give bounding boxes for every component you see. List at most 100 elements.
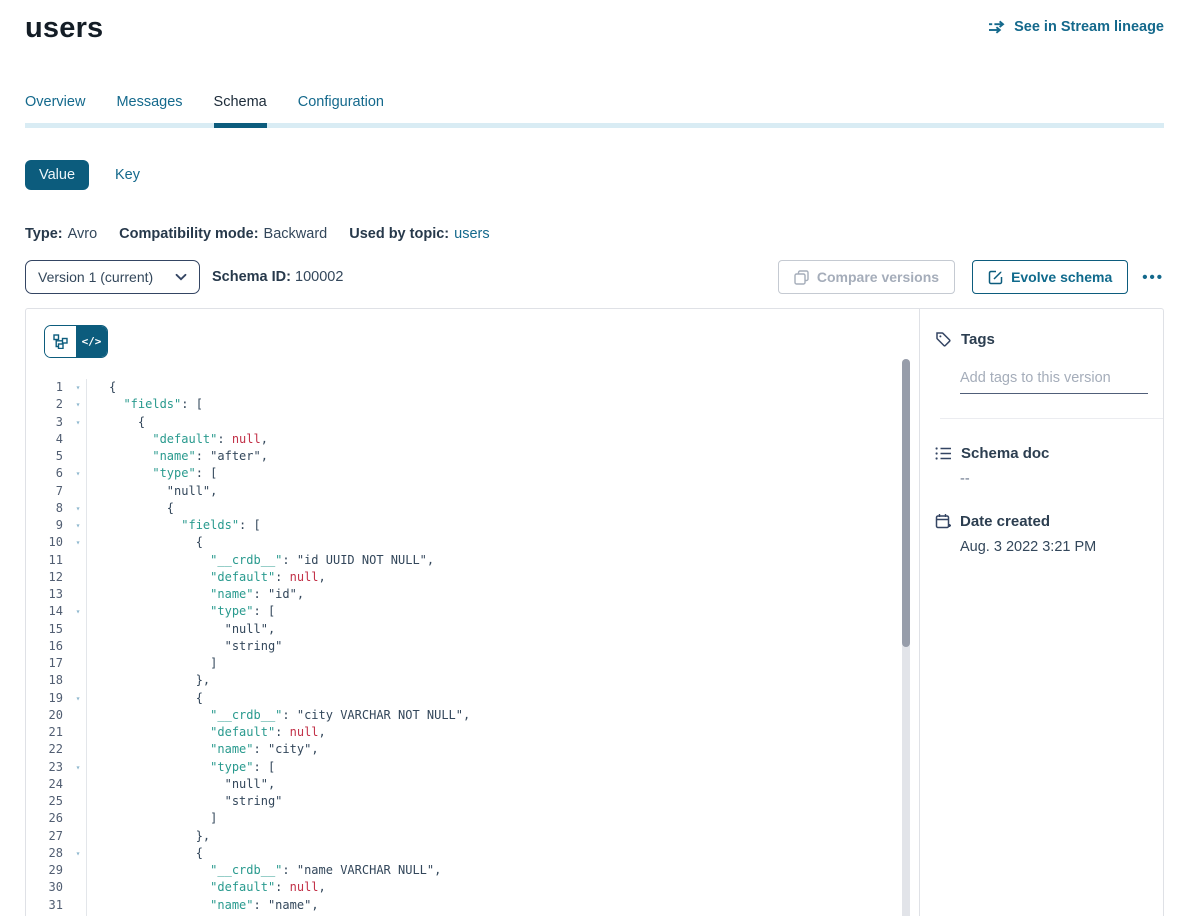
schema-detail-panel: </> 1▾{2▾ "fields": [3▾ {4 "default": nu… [25,308,1164,916]
code-text: "name": "id", [87,586,304,603]
fold-spacer [70,638,87,655]
schema-meta-row: Type:Avro Compatibility mode:Backward Us… [25,226,1164,242]
code-text: "null", [87,776,275,793]
code-text: "__crdb__": "name VARCHAR NULL", [87,862,441,879]
fold-toggle-icon[interactable]: ▾ [70,465,87,482]
fold-toggle-icon[interactable]: ▾ [70,500,87,517]
line-number: 4 [26,431,70,448]
line-number: 11 [26,552,70,569]
line-number: 6 [26,465,70,482]
date-created-value: Aug. 3 2022 3:21 PM [960,539,1163,555]
code-line: 22 "name": "city", [26,741,919,758]
code-line: 26 ] [26,810,919,827]
schema-doc-title: Schema doc [961,445,1049,462]
schema-sidebar: Tags Schema doc -- [919,309,1163,916]
code-line: 11 "__crdb__": "id UUID NOT NULL", [26,552,919,569]
code-line: 15 "null", [26,621,919,638]
date-created-title: Date created [960,513,1050,530]
fold-spacer [70,879,87,896]
editor-scrollbar[interactable] [902,359,910,916]
line-number: 8 [26,500,70,517]
fold-spacer [70,586,87,603]
list-icon [935,446,952,461]
fold-toggle-icon[interactable]: ▾ [70,603,87,620]
code-line: 3▾ { [26,414,919,431]
code-text: "name": "city", [87,741,319,758]
fold-spacer [70,672,87,689]
code-text: "default": null, [87,431,268,448]
tags-section-header: Tags [935,331,1163,348]
tag-icon [935,331,952,348]
code-text: "string" [87,793,282,810]
edit-icon [988,270,1003,285]
version-select[interactable]: Version 1 (current) [25,260,200,294]
page-header: users See in Stream lineage [25,0,1164,45]
tab-messages[interactable]: Messages [116,94,182,123]
code-text: "default": null, [87,724,326,741]
code-line: 2▾ "fields": [ [26,396,919,413]
line-number: 10 [26,534,70,551]
schema-page: users See in Stream lineage Overview Mess… [0,0,1189,916]
schema-code-viewer: 1▾{2▾ "fields": [3▾ {4 "default": null,5… [26,379,919,916]
code-line: 4 "default": null, [26,431,919,448]
schema-editor-panel: </> 1▾{2▾ "fields": [3▾ {4 "default": nu… [26,309,919,916]
code-text: "fields": [ [87,517,261,534]
line-number: 28 [26,845,70,862]
code-view-button[interactable]: </> [76,326,107,357]
fold-spacer [70,724,87,741]
code-text: "__crdb__": "id UUID NOT NULL", [87,552,434,569]
code-lines: 1▾{2▾ "fields": [3▾ {4 "default": null,5… [26,379,919,916]
tab-overview[interactable]: Overview [25,94,85,123]
key-toggle-button[interactable]: Key [115,167,140,183]
tab-schema[interactable]: Schema [214,94,267,123]
code-text: { [87,690,203,707]
code-line: 7 "null", [26,483,919,500]
code-line: 27 }, [26,828,919,845]
fold-toggle-icon[interactable]: ▾ [70,517,87,534]
fold-toggle-icon[interactable]: ▾ [70,534,87,551]
code-text: { [87,534,203,551]
code-text: }, [87,828,210,845]
line-number: 2 [26,396,70,413]
value-toggle-button[interactable]: Value [25,160,89,190]
line-number: 9 [26,517,70,534]
fold-toggle-icon[interactable]: ▾ [70,759,87,776]
code-line: 6▾ "type": [ [26,465,919,482]
add-tags-input[interactable] [960,368,1148,394]
code-line: 9▾ "fields": [ [26,517,919,534]
code-text: "fields": [ [87,396,203,413]
code-line: 29 "__crdb__": "name VARCHAR NULL", [26,862,919,879]
calendar-icon [935,513,951,530]
code-line: 19▾ { [26,690,919,707]
compatibility-mode: Compatibility mode:Backward [119,226,327,242]
compare-versions-label: Compare versions [817,269,939,285]
fold-toggle-icon[interactable]: ▾ [70,690,87,707]
code-text: "name": "after", [87,448,268,465]
topic-link[interactable]: users [454,226,489,242]
line-number: 25 [26,793,70,810]
code-line: 16 "string" [26,638,919,655]
fold-spacer [70,741,87,758]
code-text: "null", [87,483,217,500]
fold-spacer [70,483,87,500]
line-number: 13 [26,586,70,603]
fold-spacer [70,448,87,465]
evolve-schema-button[interactable]: Evolve schema [972,260,1128,294]
fold-toggle-icon[interactable]: ▾ [70,414,87,431]
code-text: { [87,414,145,431]
tab-configuration[interactable]: Configuration [298,94,384,123]
line-number: 29 [26,862,70,879]
compare-versions-button[interactable]: Compare versions [778,260,955,294]
fold-toggle-icon[interactable]: ▾ [70,845,87,862]
fold-spacer [70,569,87,586]
more-actions-button[interactable]: ••• [1142,269,1164,286]
code-line: 31 "name": "name", [26,897,919,914]
fold-toggle-icon[interactable]: ▾ [70,379,87,396]
stream-lineage-label: See in Stream lineage [1014,19,1164,35]
see-in-stream-lineage-link[interactable]: See in Stream lineage [988,19,1164,35]
schema-id: Schema ID: 100002 [212,269,343,285]
code-text: ] [87,655,217,672]
fold-toggle-icon[interactable]: ▾ [70,396,87,413]
scrollbar-thumb[interactable] [902,359,910,647]
tree-view-button[interactable] [45,326,76,357]
